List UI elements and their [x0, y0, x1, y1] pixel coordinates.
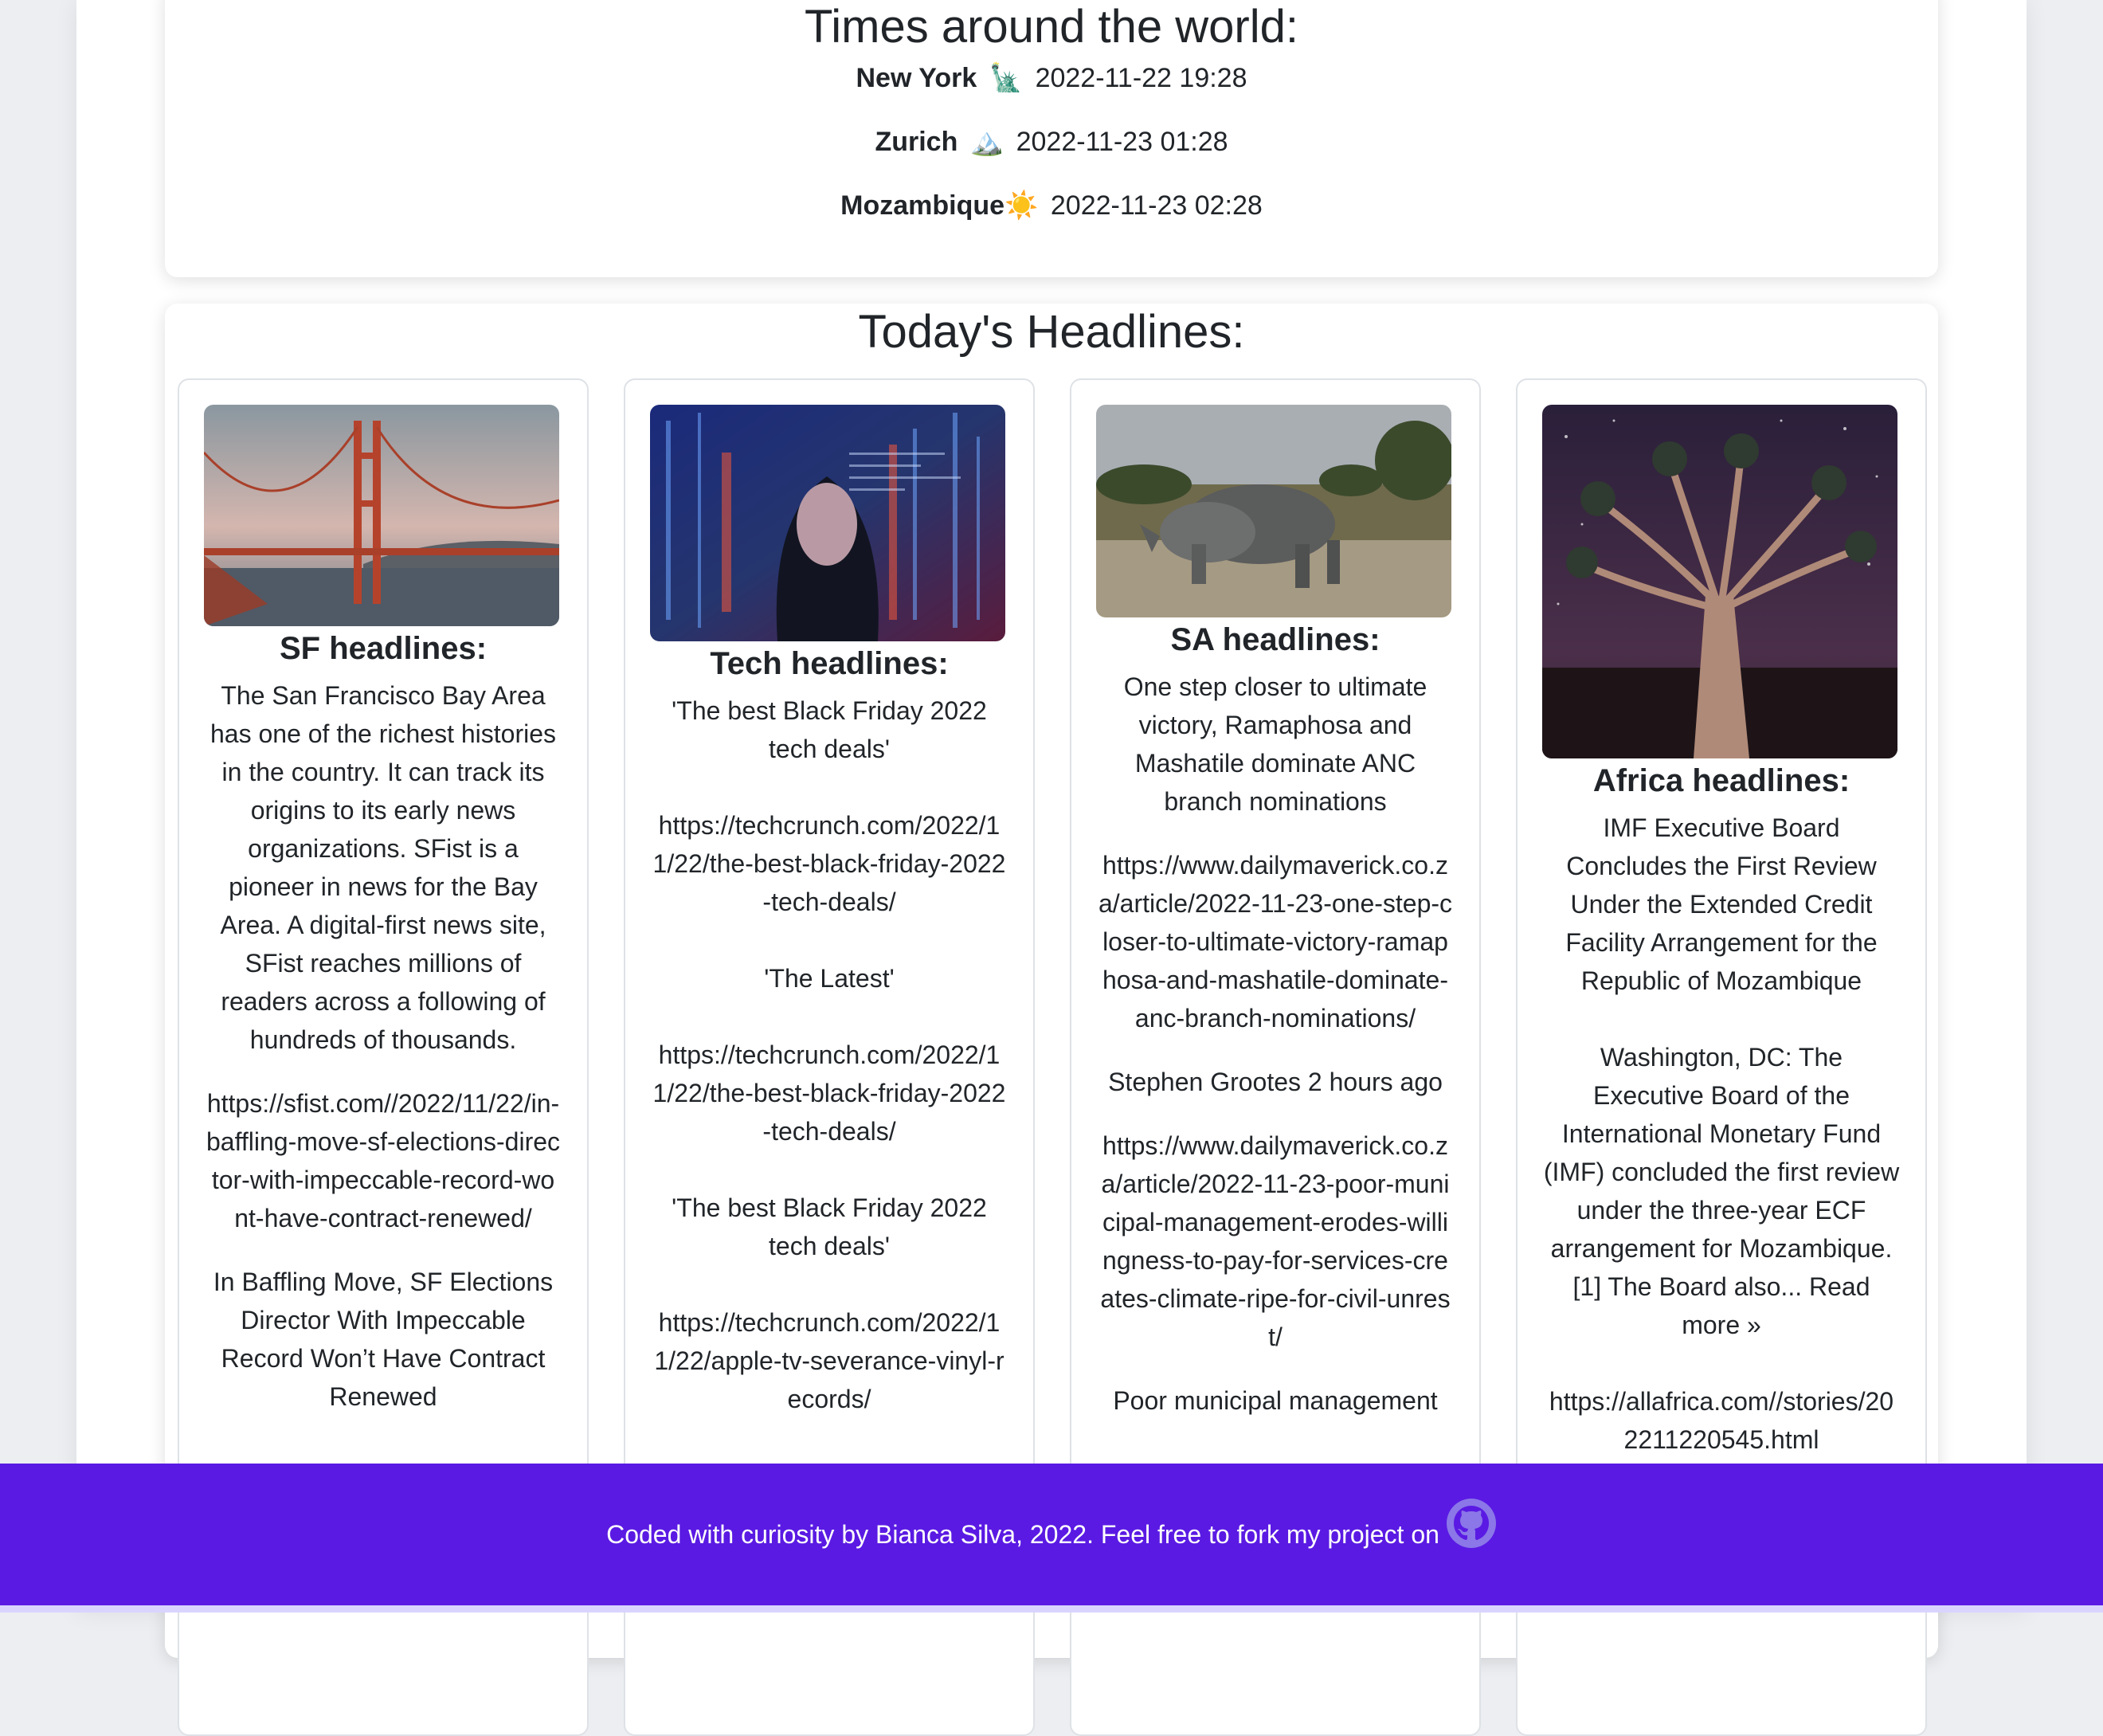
news-link[interactable]: https://allafrica.com//stories/202211220… — [1543, 1382, 1900, 1459]
footer: Coded with curiosity by Bianca Silva, 20… — [0, 1464, 2103, 1605]
news-link[interactable]: https://techcrunch.com/2022/11/22/the-be… — [651, 806, 1008, 921]
news-link[interactable]: https://www.dailymaverick.co.za/article/… — [1097, 846, 1454, 1037]
quiver-tree-night-image — [1542, 405, 1897, 758]
news-title: Tech headlines: — [710, 646, 949, 681]
bottom-strip — [0, 1605, 2103, 1613]
statue-of-liberty-icon: 🗽 — [989, 62, 1024, 94]
times-card: Times around the world: New York 🗽 2022-… — [165, 0, 1938, 277]
news-summary-text: Washington, DC: The Executive Board of t… — [1543, 1043, 1900, 1301]
news-description: The San Francisco Bay Area has one of th… — [210, 681, 556, 1054]
city-datetime: 2022-11-22 19:28 — [1035, 63, 1247, 93]
news-author: Stephen Grootes 2 hours ago — [1108, 1068, 1443, 1096]
mountain-icon: 🏔️ — [969, 126, 1005, 158]
city-name: Mozambique — [840, 190, 1005, 221]
news-link[interactable]: https://www.dailymaverick.co.za/article/… — [1097, 1127, 1454, 1356]
news-headline: 'The best Black Friday 2022 tech deals' — [672, 1193, 987, 1260]
news-headline: In Baffling Move, SF Elections Director … — [213, 1268, 554, 1411]
sun-icon: ☀️ — [1005, 190, 1039, 221]
news-body: One step closer to ultimate victory, Ram… — [1097, 668, 1454, 1445]
headlines-title: Today's Headlines: — [858, 306, 1245, 358]
news-headline: 'The Latest' — [764, 964, 895, 993]
news-title: SA headlines: — [1170, 622, 1380, 657]
news-body: IMF Executive Board Concludes the First … — [1543, 809, 1900, 1484]
golden-gate-bridge-image — [204, 405, 559, 626]
news-headline: One step closer to ultimate victory, Ram… — [1123, 672, 1427, 816]
city-name: Zurich — [875, 127, 958, 157]
news-summary: Washington, DC: The Executive Board of t… — [1543, 1038, 1900, 1344]
github-icon[interactable] — [1446, 1498, 1497, 1549]
city-datetime: 2022-11-23 02:28 — [1050, 190, 1263, 221]
time-row-zurich: Zurich 🏔️ 2022-11-23 01:28 — [165, 126, 1938, 158]
headlines-card: Today's Headlines: SF headlines: The San… — [165, 304, 1938, 1736]
news-headline: IMF Executive Board Concludes the First … — [1565, 813, 1878, 995]
footer-text: Coded with curiosity by Bianca Silva, 20… — [606, 1519, 1439, 1549]
tech-person-code-image — [650, 405, 1005, 641]
news-title: SF headlines: — [279, 631, 488, 666]
rhinos-image — [1096, 405, 1451, 617]
news-body: The San Francisco Bay Area has one of th… — [205, 676, 562, 1441]
news-link[interactable]: https://techcrunch.com/2022/11/22/apple-… — [651, 1303, 1008, 1418]
times-title: Times around the world: — [804, 1, 1299, 53]
news-link[interactable]: https://techcrunch.com/2022/11/22/the-be… — [651, 1036, 1008, 1150]
news-headline: 'The best Black Friday 2022 tech deals' — [672, 696, 987, 763]
city-datetime: 2022-11-23 01:28 — [1016, 127, 1228, 157]
news-title: Africa headlines: — [1592, 763, 1850, 798]
news-link[interactable]: https://sfist.com//2022/11/22/in-bafflin… — [205, 1084, 562, 1237]
time-row-new-york: New York 🗽 2022-11-22 19:28 — [165, 62, 1938, 94]
time-row-mozambique: Mozambique☀️ 2022-11-23 02:28 — [165, 190, 1938, 221]
city-name: New York — [856, 63, 977, 93]
news-body: 'The best Black Friday 2022 tech deals' … — [651, 692, 1008, 1444]
news-headline: Poor municipal management — [1113, 1386, 1438, 1415]
